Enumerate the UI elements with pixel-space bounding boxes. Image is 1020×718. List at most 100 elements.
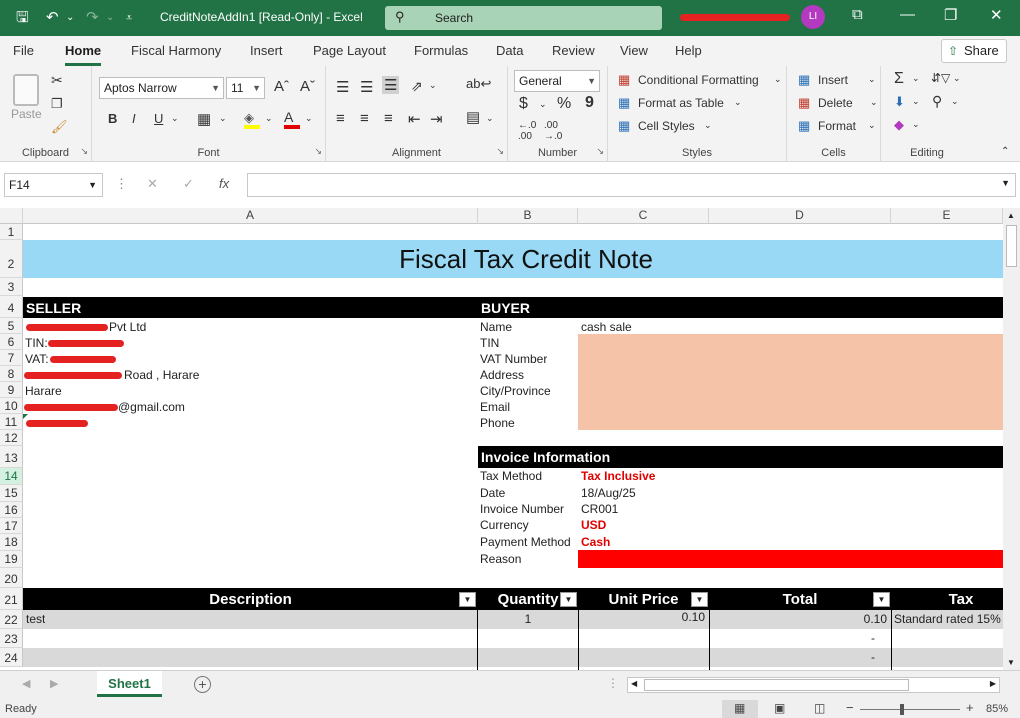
row-header[interactable]: 1 [0, 224, 23, 240]
seller-company[interactable]: Pvt Ltd [109, 320, 146, 334]
top-align-icon[interactable]: ☰ [336, 78, 349, 96]
horizontal-scrollbar[interactable]: ◀ ▶ [627, 677, 1000, 693]
tab-fiscal-harmony[interactable]: Fiscal Harmony [131, 43, 221, 58]
clipboard-launcher-icon[interactable]: ↘ [80, 146, 88, 157]
customize-qat-icon[interactable]: ⩡ [126, 8, 132, 28]
fill-dropdown-icon[interactable]: ⌄ [912, 96, 920, 107]
bottom-align-icon[interactable]: ☰ [382, 76, 400, 94]
buyer-input-area[interactable] [578, 334, 1003, 430]
restore-icon[interactable]: ❐ [944, 6, 957, 24]
row-header[interactable]: 16 [0, 502, 23, 518]
autosum-icon[interactable]: Σ [894, 70, 904, 88]
borders-dropdown-icon[interactable]: ⌄ [219, 113, 227, 124]
tab-view[interactable]: View [620, 43, 648, 58]
row-header[interactable]: 15 [0, 485, 23, 502]
row-header[interactable]: 5 [0, 318, 23, 334]
page-title[interactable]: Fiscal Tax Credit Note [23, 244, 1020, 275]
row-header[interactable]: 10 [0, 398, 23, 414]
increase-decimal-icon[interactable]: ←.0.00 [518, 120, 536, 142]
orientation-dropdown-icon[interactable]: ⌄ [429, 80, 437, 91]
bold-button[interactable]: B [108, 111, 117, 126]
normal-view-button[interactable]: ▦ [722, 700, 758, 718]
row1-total[interactable]: 0.10 [711, 612, 887, 626]
paste-label[interactable]: Paste [11, 107, 42, 121]
name-box[interactable]: F14 ▼ [4, 173, 103, 197]
tab-help[interactable]: Help [675, 43, 702, 58]
vertical-scrollbar[interactable]: ▲ ▼ [1003, 208, 1020, 670]
row-header[interactable]: 22 [0, 610, 23, 629]
copy-icon[interactable]: ❐ [51, 96, 63, 112]
invoice-payment-method[interactable]: Cash [581, 535, 610, 549]
currency-format-icon[interactable]: $ [519, 95, 528, 113]
align-right-icon[interactable]: ≡ [384, 110, 393, 127]
seller-vat[interactable]: VAT: [25, 352, 49, 366]
page-layout-view-icon[interactable]: ▣ [774, 701, 785, 715]
seller-email[interactable]: @gmail.com [118, 400, 185, 414]
horizontal-scroll-thumb[interactable] [644, 679, 909, 691]
orientation-icon[interactable]: ⇗ [411, 78, 423, 95]
table-header-unit-price[interactable]: Unit Price [578, 591, 709, 608]
sort-filter-icon[interactable]: ⇵▽ [931, 71, 950, 85]
find-select-icon[interactable]: ⚲ [932, 93, 942, 110]
increase-indent-icon[interactable]: ⇥ [430, 110, 443, 128]
merge-dropdown-icon[interactable]: ⌄ [486, 113, 494, 124]
zoom-slider-thumb[interactable] [900, 704, 904, 715]
insert-function-icon[interactable]: fx [219, 176, 229, 191]
seller-address[interactable]: Road , Harare [124, 368, 199, 382]
row-header[interactable]: 21 [0, 588, 23, 610]
wrap-text-icon[interactable]: ab↩ [466, 76, 491, 92]
font-color-dropdown-icon[interactable]: ⌄ [305, 113, 313, 124]
redo-icon[interactable]: ↷ [86, 8, 99, 28]
scroll-left-icon[interactable]: ◀ [631, 679, 637, 688]
invoice-header[interactable]: Invoice Information [481, 449, 610, 465]
row-header[interactable]: 4 [0, 296, 23, 318]
row1-unit-price[interactable]: 0.10 [580, 610, 705, 624]
scroll-down-icon[interactable]: ▼ [1007, 658, 1015, 667]
align-left-icon[interactable]: ≡ [336, 110, 345, 127]
row-header[interactable]: 7 [0, 350, 23, 366]
font-size-combo[interactable]: 11 ▼ [226, 77, 265, 99]
filter-dropdown-icon[interactable]: ▼ [873, 592, 890, 607]
paste-icon[interactable] [13, 74, 39, 106]
minimize-icon[interactable]: — [900, 6, 915, 23]
tab-file[interactable]: File [13, 43, 34, 58]
percent-format-icon[interactable]: % [557, 95, 571, 113]
merge-center-icon[interactable]: ▤ [466, 108, 480, 126]
share-button[interactable]: ⇧ Share [941, 39, 1007, 63]
clear-icon[interactable]: ◆ [894, 117, 904, 133]
tab-page-layout[interactable]: Page Layout [313, 43, 386, 58]
seller-tin[interactable]: TIN: [25, 336, 48, 350]
add-sheet-icon[interactable]: + [194, 676, 211, 693]
fill-icon[interactable]: ⬇ [894, 94, 905, 110]
font-launcher-icon[interactable]: ↘ [314, 146, 322, 157]
page-break-preview-icon[interactable]: ◫ [814, 701, 825, 715]
font-color-icon[interactable]: A [284, 109, 300, 129]
redo-dropdown-icon[interactable]: ⌄ [106, 8, 114, 28]
reason-input[interactable] [578, 550, 1003, 568]
sort-filter-dropdown-icon[interactable]: ⌄ [953, 73, 961, 84]
row-header[interactable]: 8 [0, 366, 23, 382]
scroll-right-icon[interactable]: ▶ [990, 679, 996, 688]
row-header[interactable]: 17 [0, 518, 23, 534]
decrease-font-size-icon[interactable]: Aˇ [300, 78, 315, 95]
scroll-up-icon[interactable]: ▲ [1007, 211, 1015, 220]
row1-quantity[interactable]: 1 [478, 612, 578, 626]
row-header[interactable]: 6 [0, 334, 23, 350]
zoom-level[interactable]: 85% [986, 703, 1008, 715]
split-handle-icon[interactable]: ⋮ [607, 676, 619, 690]
fill-color-dropdown-icon[interactable]: ⌄ [265, 113, 273, 124]
save-icon[interactable]: 🖫 [16, 8, 29, 28]
collapse-ribbon-icon[interactable]: ⌃ [1001, 146, 1009, 157]
row-header[interactable]: 3 [0, 278, 23, 296]
seller-city[interactable]: Harare [25, 384, 62, 398]
filter-dropdown-icon[interactable]: ▼ [691, 592, 708, 607]
row1-tax[interactable]: Standard rated 15% [894, 612, 1003, 626]
tab-review[interactable]: Review [552, 43, 595, 58]
row1-description[interactable]: test [26, 612, 45, 626]
cut-icon[interactable]: ✂ [51, 72, 63, 89]
zoom-slider-track[interactable] [860, 709, 960, 710]
enter-icon[interactable]: ✓ [183, 176, 194, 192]
invoice-currency[interactable]: USD [581, 518, 606, 532]
select-all-corner[interactable] [0, 208, 23, 224]
format-painter-icon[interactable]: 🖌 [51, 119, 68, 135]
